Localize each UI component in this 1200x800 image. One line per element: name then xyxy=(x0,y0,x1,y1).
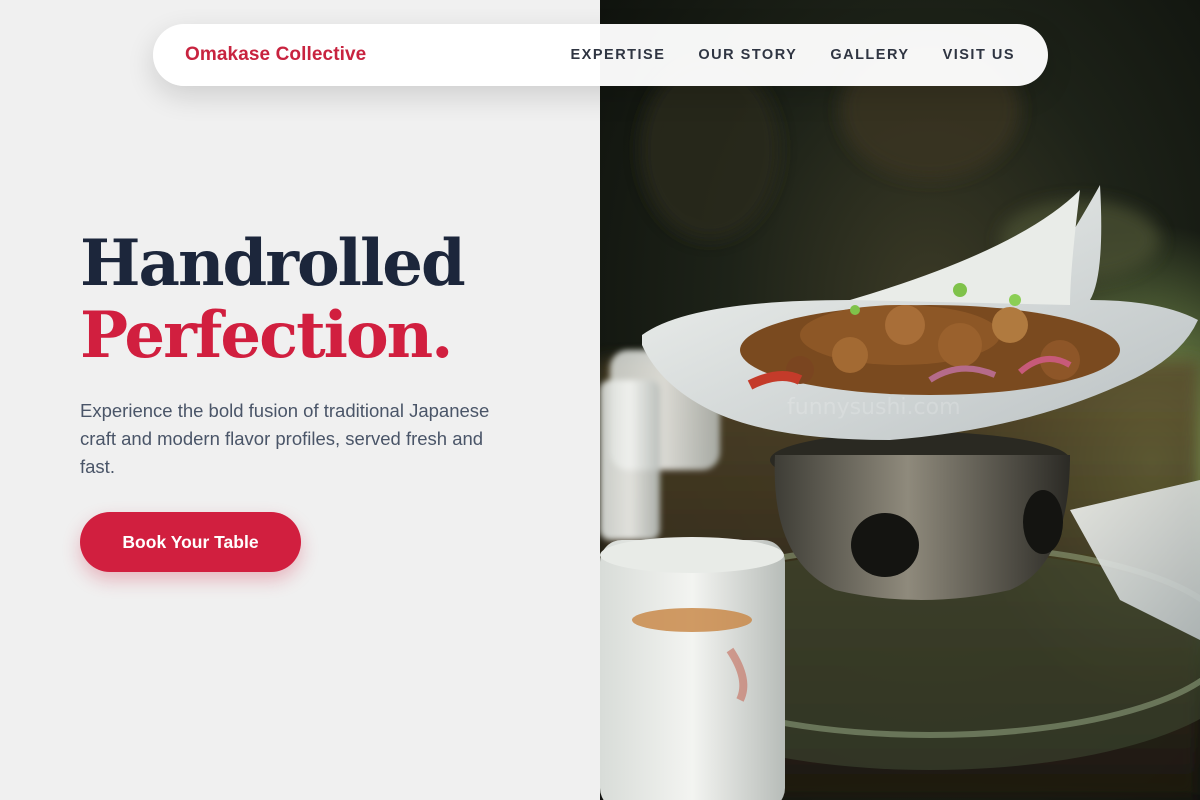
nav-item-expertise[interactable]: EXPERTISE xyxy=(571,47,666,63)
hero-title: Handrolled Perfection. xyxy=(80,228,580,372)
hero-description: Experience the bold fusion of traditiona… xyxy=(80,400,490,477)
top-navbar: Omakase Collective EXPERTISE OUR STORY G… xyxy=(153,24,1048,86)
nav-item-gallery[interactable]: GALLERY xyxy=(830,47,909,63)
photo-watermark-text: funnysushi.com xyxy=(787,395,961,420)
nav-links: EXPERTISE OUR STORY GALLERY VISIT US xyxy=(571,47,1015,63)
nav-item-our-story[interactable]: OUR STORY xyxy=(698,47,797,63)
brand-logo-link[interactable]: Omakase Collective xyxy=(185,44,366,66)
hero-food-photo: funnysushi.com xyxy=(600,0,1200,800)
hero-title-line1: Handrolled xyxy=(80,226,466,301)
hero-title-line2: Perfection. xyxy=(80,298,453,373)
book-table-button[interactable]: Book Your Table xyxy=(80,512,301,572)
nav-item-visit-us[interactable]: VISIT US xyxy=(943,47,1015,63)
